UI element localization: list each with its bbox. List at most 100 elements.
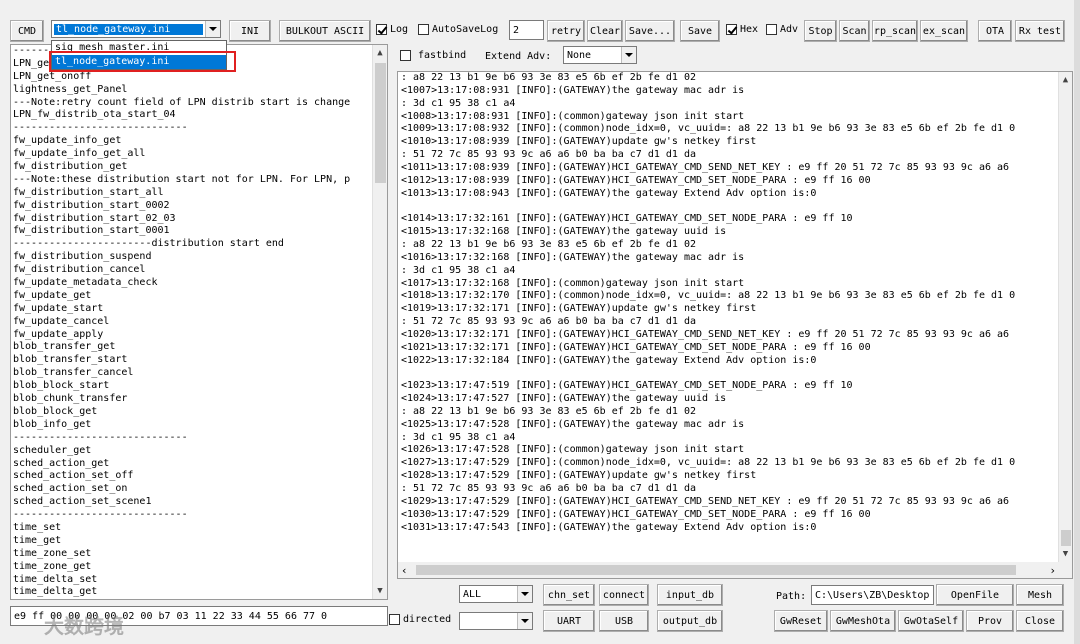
chevron-down-icon[interactable] [517,586,532,602]
directed-combo[interactable] [459,612,533,630]
rp-scan-button[interactable]: rp_scan [872,20,918,42]
command-list-item[interactable]: ---Note:retry count field of LPN distrib… [11,97,387,110]
all-combo[interactable]: ALL [459,585,533,603]
path-input[interactable]: C:\Users\ZB\Desktop [811,585,934,605]
directed-checkbox[interactable]: directed [389,614,451,625]
ex-scan-button[interactable]: ex_scan [920,20,968,42]
ota-button[interactable]: OTA [978,20,1012,42]
directed-checkbox-box[interactable] [389,614,400,625]
uart-button[interactable]: UART [543,610,595,632]
chevron-down-icon[interactable] [205,21,220,37]
command-list-item[interactable]: sched_action_get [11,458,387,471]
command-list-item[interactable]: ----------------------------- [11,509,387,522]
command-list-item[interactable]: fw_update_apply [11,329,387,342]
log-checkbox[interactable]: Log [376,24,408,35]
arrow-up-icon[interactable]: ▲ [1059,72,1072,88]
command-list-item[interactable]: fw_update_start [11,303,387,316]
cmd-button[interactable]: CMD [10,20,44,42]
fastbind-checkbox[interactable]: fastbind [400,50,466,61]
command-list-item[interactable]: ----------------------------- [11,432,387,445]
log-checkbox-box[interactable] [376,24,387,35]
command-list[interactable]: ---------------------------md_debugLPN_g… [10,44,388,600]
command-list-item[interactable]: fw_distribution_get [11,161,387,174]
autosavelog-checkbox[interactable]: AutoSaveLog [418,24,498,35]
usb-button[interactable]: USB [599,610,649,632]
command-list-item[interactable]: blob_transfer_start [11,354,387,367]
extend-adv-combo[interactable]: None [563,46,637,64]
command-list-item[interactable]: scheduler_get [11,445,387,458]
gw-ota-self-button[interactable]: GwOtaSelf [898,610,964,632]
log-scroll-thumb[interactable] [1061,530,1071,546]
command-list-item[interactable]: time_delta_get [11,586,387,599]
command-list-scroll-thumb[interactable] [375,63,386,183]
bulkout-ascii-button[interactable]: BULKOUT ASCII [279,20,371,42]
command-list-item[interactable]: fw_distribution_cancel [11,264,387,277]
command-list-scrollbar[interactable]: ▲ ▼ [372,45,387,599]
command-list-item[interactable]: sched_action_set_on [11,483,387,496]
command-list-item[interactable]: blob_transfer_get [11,341,387,354]
mesh-button[interactable]: Mesh [1016,584,1064,606]
gw-reset-button[interactable]: GwReset [774,610,828,632]
command-list-item[interactable]: fw_distribution_start_0001 [11,225,387,238]
command-list-item[interactable]: LPN_fw_distrib_ota_start_04 [11,109,387,122]
log-output[interactable]: : a8 22 13 b1 9e b6 93 3e 83 e5 6b ef 2b… [397,71,1073,579]
hex-checkbox-box[interactable] [726,24,737,35]
arrow-up-icon[interactable]: ▲ [373,45,387,61]
clear-button[interactable]: Clear [587,20,623,42]
close-button[interactable]: Close [1016,610,1064,632]
command-list-item[interactable]: sched_action_set_scene1 [11,496,387,509]
arrow-right-icon[interactable]: › [1049,564,1056,577]
command-list-item[interactable]: blob_chunk_transfer [11,393,387,406]
open-file-button[interactable]: OpenFile [936,584,1014,606]
command-list-item[interactable]: fw_update_metadata_check [11,277,387,290]
command-list-item[interactable]: lightness_get_Panel [11,84,387,97]
arrow-down-icon[interactable]: ▼ [1059,546,1072,562]
connect-button[interactable]: connect [599,584,649,606]
retry-count-input[interactable]: 2 [509,20,544,40]
prov-button[interactable]: Prov [966,610,1014,632]
command-list-item[interactable]: fw_update_cancel [11,316,387,329]
command-list-item[interactable]: blob_block_get [11,406,387,419]
retry-button[interactable]: retry [547,20,585,42]
adv-checkbox-box[interactable] [766,24,777,35]
arrow-left-icon[interactable]: ‹ [401,564,408,577]
command-list-item[interactable]: fw_distribution_start_all [11,187,387,200]
command-list-item[interactable]: blob_transfer_cancel [11,367,387,380]
command-list-item[interactable]: fw_distribution_start_02_03 [11,213,387,226]
ini-button[interactable]: INI [229,20,271,42]
stop-button[interactable]: Stop [804,20,837,42]
command-list-item[interactable]: fw_distribution_start_0002 [11,200,387,213]
command-list-item[interactable]: ---Note:these distribution start not for… [11,174,387,187]
command-list-item[interactable]: sched_action_set_off [11,470,387,483]
command-list-item[interactable]: fw_update_info_get_all [11,148,387,161]
output-db-button[interactable]: output_db [657,610,723,632]
log-scrollbar-vertical[interactable]: ▲ ▼ [1058,72,1072,562]
command-list-item[interactable]: time_get [11,535,387,548]
command-list-item[interactable]: time_delta_set [11,574,387,587]
command-list-item[interactable]: time_zone_set [11,548,387,561]
chn-set-button[interactable]: chn_set [543,584,595,606]
hex-checkbox[interactable]: Hex [726,24,758,35]
autosavelog-checkbox-box[interactable] [418,24,429,35]
command-list-item[interactable]: -----------------------distribution star… [11,238,387,251]
chevron-down-icon[interactable] [517,613,532,629]
log-hscroll-thumb[interactable] [416,565,1016,575]
command-list-item[interactable]: fw_update_get [11,290,387,303]
rx-test-button[interactable]: Rx test [1015,20,1065,42]
command-list-item[interactable]: time_set [11,522,387,535]
scan-button[interactable]: Scan [839,20,870,42]
adv-checkbox[interactable]: Adv [766,24,798,35]
command-list-item[interactable]: blob_info_get [11,419,387,432]
command-list-item[interactable]: time_zone_get [11,561,387,574]
fastbind-checkbox-box[interactable] [400,50,411,61]
ini-file-combo[interactable]: tl_node_gateway.ini [51,20,221,38]
log-scrollbar-horizontal[interactable]: ‹ › [398,562,1072,578]
command-list-item[interactable]: fw_distribution_suspend [11,251,387,264]
save-as-button[interactable]: Save... [625,20,675,42]
command-list-item[interactable]: fw_update_info_get [11,135,387,148]
command-list-item[interactable]: LPN_get_onoff [11,71,387,84]
gw-mesh-ota-button[interactable]: GwMeshOta [830,610,896,632]
arrow-down-icon[interactable]: ▼ [373,583,387,599]
save-button[interactable]: Save [680,20,720,42]
input-db-button[interactable]: input_db [657,584,723,606]
